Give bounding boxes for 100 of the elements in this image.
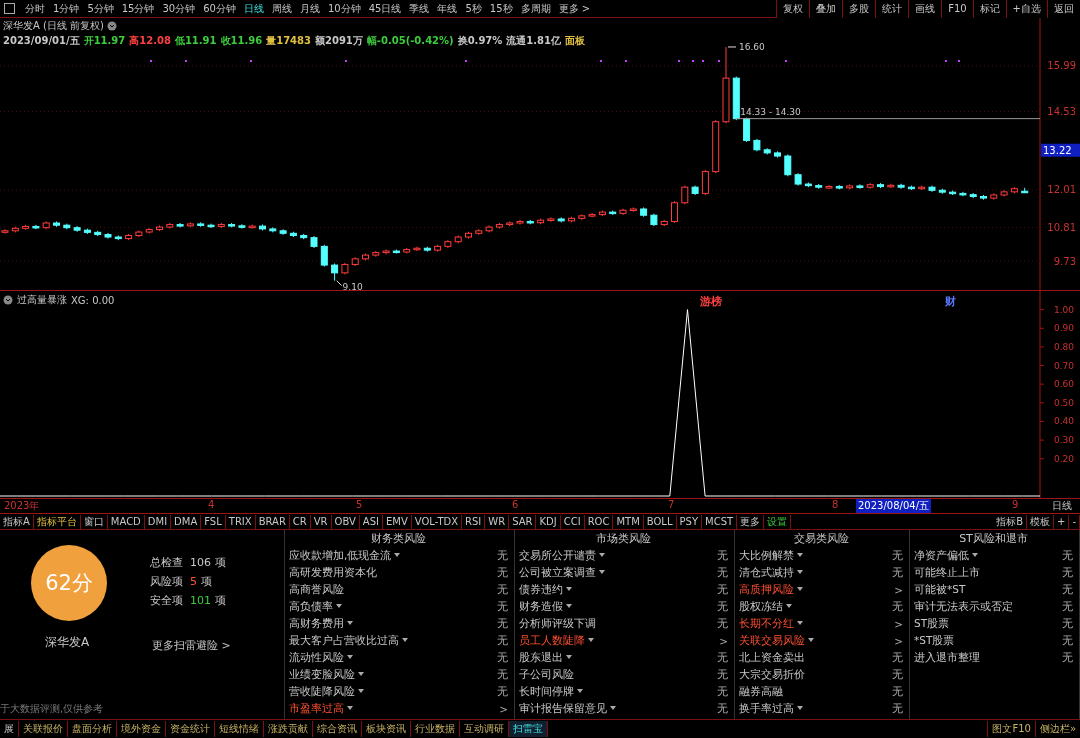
risk-item[interactable]: 融券高融: [739, 684, 783, 699]
indicator-tab[interactable]: MTM: [613, 514, 644, 529]
chevron-icon[interactable]: [107, 21, 117, 31]
toolbar-button[interactable]: 画线: [908, 0, 942, 18]
period-tab[interactable]: 60分钟: [199, 1, 240, 16]
indicator-tab[interactable]: SAR: [509, 514, 537, 529]
period-tab[interactable]: 多周期: [516, 1, 555, 16]
indicator-tab[interactable]: 更多: [737, 514, 765, 529]
risk-item[interactable]: *ST股票: [914, 633, 955, 648]
indicator-tab[interactable]: WR: [485, 514, 510, 529]
risk-item[interactable]: 公司被立案调查: [519, 565, 606, 580]
bottom-tab[interactable]: 展: [0, 720, 19, 737]
indicator-tab[interactable]: -: [1069, 514, 1080, 529]
risk-item[interactable]: 进入退市整理: [914, 650, 980, 665]
dropdown-icon[interactable]: [565, 652, 573, 661]
toolbar-button[interactable]: 叠加: [809, 0, 843, 18]
indicator-tab[interactable]: RSI: [462, 514, 486, 529]
risk-item[interactable]: 长时间停牌: [519, 684, 584, 699]
toolbar-button[interactable]: 统计: [875, 0, 909, 18]
period-tab[interactable]: 5分钟: [83, 1, 118, 16]
toolbar-button[interactable]: 多股: [842, 0, 876, 18]
panel-button[interactable]: 图文F10: [987, 720, 1035, 737]
bottom-tab[interactable]: 行业数据: [411, 720, 460, 737]
period-tab[interactable]: 1分钟: [49, 1, 84, 16]
indicator-tab[interactable]: OBV: [331, 514, 360, 529]
risk-item[interactable]: 高商誉风险: [289, 582, 344, 597]
period-tab[interactable]: 月线: [295, 1, 324, 16]
dropdown-icon[interactable]: [971, 550, 979, 559]
risk-item[interactable]: 债券违约: [519, 582, 573, 597]
risk-item[interactable]: 清仓式减持: [739, 565, 804, 580]
indicator-tab[interactable]: 指标平台: [33, 514, 81, 529]
toolbar-button[interactable]: 标记: [972, 0, 1006, 18]
risk-item[interactable]: 股权冻结: [739, 599, 793, 614]
chevron-icon[interactable]: [3, 295, 13, 305]
dropdown-icon[interactable]: [393, 550, 402, 559]
indicator-tab[interactable]: BRAR: [255, 514, 290, 529]
bottom-tab[interactable]: 短线情绪: [215, 720, 264, 737]
risk-item[interactable]: 审计报告保留意见: [519, 701, 617, 716]
panel-button[interactable]: 侧边栏»: [1034, 720, 1080, 737]
dropdown-icon[interactable]: [609, 703, 617, 712]
bottom-tab[interactable]: 扫雷宝: [509, 720, 548, 737]
risk-item[interactable]: 高财务费用: [289, 616, 354, 631]
period-tab[interactable]: 年线: [433, 1, 462, 16]
period-tab[interactable]: 10分钟: [323, 1, 365, 16]
dropdown-icon[interactable]: [796, 703, 804, 712]
bottom-tab[interactable]: 境外资金: [117, 720, 166, 737]
toolbar-button[interactable]: F10: [941, 0, 973, 18]
period-tab[interactable]: 周线: [267, 1, 296, 16]
indicator-tab[interactable]: CCI: [560, 514, 585, 529]
indicator-tab[interactable]: 指标B: [993, 514, 1027, 529]
indicator-tab[interactable]: 模板: [1027, 514, 1054, 529]
indicator-tab[interactable]: EMV: [383, 514, 412, 529]
period-tab[interactable]: 45日线: [364, 1, 406, 16]
toolbar-button[interactable]: 复权: [776, 0, 810, 18]
period-tab[interactable]: 分时: [21, 1, 49, 16]
indicator-tab[interactable]: DMA: [171, 514, 202, 529]
indicator-tab[interactable]: MACD: [107, 514, 145, 529]
window-icon[interactable]: [4, 3, 15, 14]
indicator-tab[interactable]: VR: [310, 514, 332, 529]
indicator-tab[interactable]: ASI: [359, 514, 383, 529]
period-tab[interactable]: 日线: [239, 1, 268, 16]
indicator-tab[interactable]: VOL-TDX: [411, 514, 463, 529]
indicator-tab[interactable]: DMI: [144, 514, 172, 529]
indicator-tab[interactable]: KDJ: [536, 514, 561, 529]
toolbar-button[interactable]: 返回: [1047, 0, 1080, 18]
bottom-tab[interactable]: 综合资讯: [313, 720, 362, 737]
event-label[interactable]: 财: [945, 294, 956, 309]
indicator-tab[interactable]: PSY: [676, 514, 702, 529]
bottom-tab[interactable]: 盘面分析: [68, 720, 117, 737]
risk-item[interactable]: 大宗交易折价: [739, 667, 805, 682]
risk-item[interactable]: 审计无法表示或否定: [914, 599, 1013, 614]
risk-item[interactable]: 可能被*ST: [914, 582, 966, 597]
risk-item[interactable]: 股东退出: [519, 650, 573, 665]
indicator-tab[interactable]: BOLL: [643, 514, 677, 529]
indicator-tab[interactable]: TRIX: [225, 514, 256, 529]
indicator-tab[interactable]: 指标A: [0, 514, 34, 529]
period-tab[interactable]: 5秒: [461, 1, 486, 16]
more-link[interactable]: 更多扫雷避险 >: [152, 638, 231, 653]
risk-item[interactable]: 财务造假: [519, 599, 573, 614]
risk-item[interactable]: 应收款增加,低现金流: [289, 548, 402, 563]
risk-item[interactable]: 大比例解禁: [739, 548, 804, 563]
dropdown-icon[interactable]: [401, 635, 409, 644]
bottom-tab[interactable]: 涨跌贡献: [264, 720, 313, 737]
indicator-tab[interactable]: ROC: [584, 514, 614, 529]
indicator-tab[interactable]: CR: [289, 514, 311, 529]
indicator-tab[interactable]: +: [1054, 514, 1070, 529]
risk-item[interactable]: ST股票: [914, 616, 950, 631]
risk-item[interactable]: 营收陡降风险: [289, 684, 365, 699]
bottom-tab[interactable]: 板块资讯: [362, 720, 411, 737]
risk-item[interactable]: 高质押风险: [739, 582, 804, 597]
indicator-tab[interactable]: FSL: [201, 514, 226, 529]
indicator-tab[interactable]: 设置: [764, 514, 792, 529]
indicator-tab[interactable]: 窗口: [80, 514, 108, 529]
risk-item[interactable]: 净资产偏低: [914, 548, 979, 563]
bottom-tab[interactable]: 关联报价: [19, 720, 68, 737]
period-tab[interactable]: 15分钟: [117, 1, 159, 16]
event-label[interactable]: 游榜: [700, 294, 722, 309]
risk-item[interactable]: 业绩变脸风险: [289, 667, 365, 682]
risk-item[interactable]: 长期不分红: [739, 616, 804, 631]
period-tab[interactable]: 季线: [405, 1, 434, 16]
